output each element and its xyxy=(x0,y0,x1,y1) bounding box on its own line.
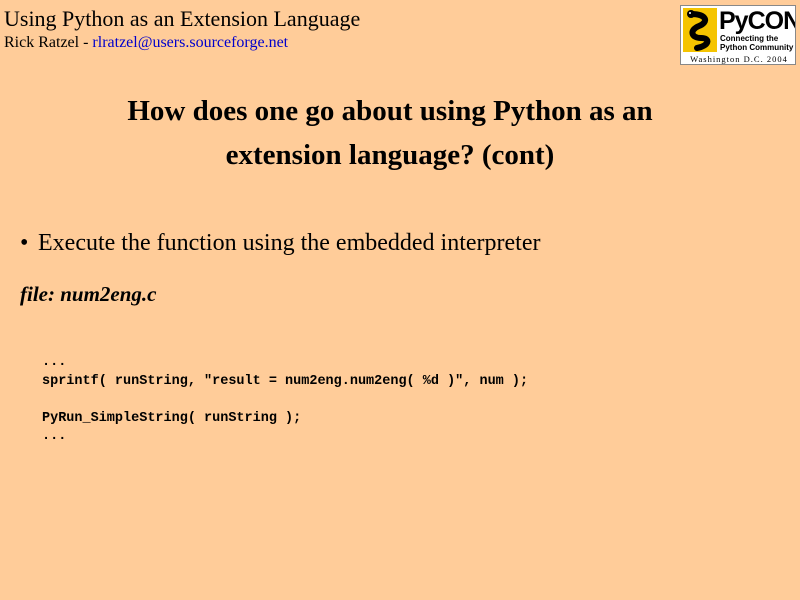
pycon-logo: PyCON Connecting the Python Community Wa… xyxy=(680,5,796,65)
bullet-marker: • xyxy=(20,230,29,256)
slide-title-line1: How does one go about using Python as an xyxy=(127,95,653,127)
bullet-text: Execute the function using the embedded … xyxy=(38,230,541,256)
code-line: ... xyxy=(42,429,67,444)
code-block: ... sprintf( runString, "result = num2en… xyxy=(42,354,528,447)
author-line: Rick Ratzel - rlratzel@users.sourceforge… xyxy=(4,34,288,52)
logo-wordmark: PyCON xyxy=(719,7,796,35)
code-line: sprintf( runString, "result = num2eng.nu… xyxy=(42,373,529,389)
presentation-title: Using Python as an Extension Language xyxy=(4,6,361,31)
file-label: file: num2eng.c xyxy=(20,282,157,306)
slide-title: How does one go about using Python as an… xyxy=(70,89,710,177)
logo-tagline-line2: Python Community xyxy=(720,43,794,52)
bullet-item: • Execute the function using the embedded… xyxy=(20,228,540,258)
slide-title-line2: extension language? (cont) xyxy=(225,139,555,171)
logo-tagline-line1: Connecting the xyxy=(720,34,779,43)
author-email-link[interactable]: rlratzel@users.sourceforge.net xyxy=(92,34,288,51)
author-name: Rick Ratzel - xyxy=(4,34,93,51)
python-snake-icon xyxy=(683,8,717,52)
code-line: PyRun_SimpleString( runString ); xyxy=(42,410,302,426)
snake-graphic xyxy=(683,8,717,52)
logo-location: Washington D.C. 2004 xyxy=(690,54,788,64)
code-line: ... xyxy=(42,355,67,370)
logo-tagline: Connecting the Python Community xyxy=(720,34,795,52)
